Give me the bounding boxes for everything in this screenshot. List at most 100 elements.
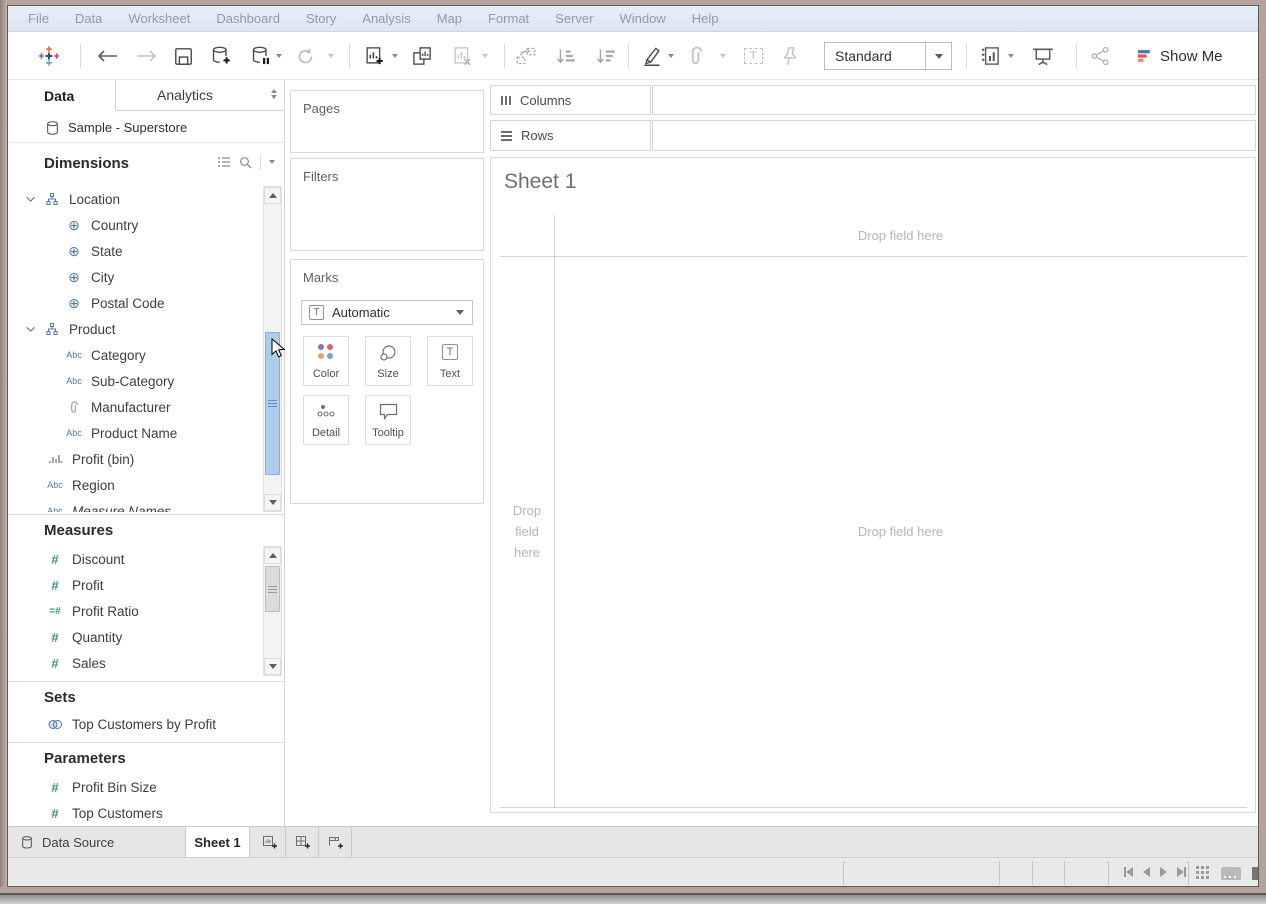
field-profit-bin[interactable]: Profit (bin): [8, 446, 263, 472]
scroll-up-button[interactable]: [264, 547, 281, 564]
menu-item-data[interactable]: Data: [75, 11, 102, 26]
sort-descending-button[interactable]: [596, 41, 616, 71]
pause-auto-updates-button[interactable]: [251, 41, 271, 71]
columns-drop-zone[interactable]: Drop field here: [554, 215, 1247, 256]
field-manufacturer[interactable]: Manufacturer: [8, 394, 263, 420]
scroll-up-button[interactable]: [264, 187, 281, 204]
rows-drop-zone[interactable]: Drop field here: [500, 256, 554, 807]
run-auto-updates-button[interactable]: [296, 41, 315, 71]
text-label-button[interactable]: T: [744, 41, 763, 71]
view-list-icon[interactable]: [217, 156, 231, 168]
field-profit-bin-size[interactable]: # Profit Bin Size: [8, 774, 285, 800]
field-location[interactable]: Location: [8, 186, 263, 212]
menu-item-help[interactable]: Help: [692, 11, 719, 26]
find-field-icon[interactable]: [239, 156, 252, 169]
menu-item-window[interactable]: Window: [619, 11, 665, 26]
tooltip-button[interactable]: Tooltip: [365, 395, 411, 445]
save-button[interactable]: [174, 41, 193, 71]
tab-analytics[interactable]: Analytics: [115, 80, 285, 111]
new-story-button[interactable]: [320, 827, 352, 858]
text-button[interactable]: T Text: [427, 336, 473, 386]
field-sub-category[interactable]: Abc Sub-Category: [8, 368, 263, 394]
collapse-chevron-icon[interactable]: [26, 193, 34, 201]
run-updates-dropdown[interactable]: [328, 41, 334, 71]
rows-shelf[interactable]: [652, 120, 1256, 151]
field-product-name[interactable]: Abc Product Name: [8, 420, 263, 446]
highlight-button[interactable]: [642, 41, 662, 71]
size-button[interactable]: Size: [365, 336, 411, 386]
data-source-tab[interactable]: Data Source: [8, 827, 186, 858]
undo-button[interactable]: [96, 41, 118, 71]
field-country[interactable]: ⊕ Country: [8, 212, 263, 238]
go-to-last-sheet-button[interactable]: [1177, 864, 1186, 882]
field-region[interactable]: Abc Region: [8, 472, 263, 498]
next-sheet-button[interactable]: [1160, 864, 1167, 882]
clear-sheet-button[interactable]: [452, 41, 472, 71]
filmstrip-view-button[interactable]: [1221, 867, 1241, 880]
field-postal-code[interactable]: ⊕ Postal Code: [8, 290, 263, 316]
menu-item-analysis[interactable]: Analysis: [362, 11, 410, 26]
scroll-down-button[interactable]: [264, 658, 281, 675]
sort-ascending-button[interactable]: [556, 41, 576, 71]
measures-scrollbar[interactable]: [263, 546, 282, 676]
menu-item-format[interactable]: Format: [488, 11, 529, 26]
mark-type-caret[interactable]: [448, 301, 472, 324]
new-dashboard-button[interactable]: [287, 827, 319, 858]
mark-type-dropdown[interactable]: T Automatic: [301, 300, 473, 325]
field-discount[interactable]: # Discount: [8, 546, 263, 572]
field-sales[interactable]: # Sales: [8, 650, 263, 676]
field-quantity[interactable]: # Quantity: [8, 624, 263, 650]
scrollbar-thumb[interactable]: [265, 566, 280, 612]
menu-item-worksheet[interactable]: Worksheet: [128, 11, 190, 26]
fit-selector[interactable]: Standard: [824, 42, 952, 70]
swap-rows-columns-button[interactable]: [516, 41, 536, 71]
menu-item-server[interactable]: Server: [555, 11, 593, 26]
new-worksheet-button[interactable]: [364, 41, 384, 71]
new-worksheet-dropdown[interactable]: [392, 41, 398, 71]
field-category[interactable]: Abc Category: [8, 342, 263, 368]
fix-axes-button[interactable]: [782, 41, 798, 71]
menu-item-file[interactable]: File: [28, 11, 49, 26]
field-top-customers-by-profit[interactable]: Top Customers by Profit: [8, 711, 285, 737]
pages-card[interactable]: Pages: [290, 90, 484, 153]
field-top-customers[interactable]: # Top Customers: [8, 800, 285, 826]
menu-item-story[interactable]: Story: [306, 11, 336, 26]
sheet-sorter-button[interactable]: [1196, 866, 1210, 880]
duplicate-sheet-button[interactable]: [412, 41, 432, 71]
tab-data[interactable]: Data: [8, 80, 115, 111]
sheet-canvas[interactable]: Sheet 1 Drop field here Drop field here …: [490, 157, 1256, 813]
field-profit-ratio[interactable]: =# Profit Ratio: [8, 598, 263, 624]
fit-selector-dropdown[interactable]: [925, 43, 951, 69]
clear-sheet-dropdown[interactable]: [482, 41, 488, 71]
menu-item-dashboard[interactable]: Dashboard: [216, 11, 280, 26]
columns-shelf[interactable]: [652, 85, 1256, 115]
field-measure-names[interactable]: Abc Measure Names: [8, 498, 263, 512]
show-me-button[interactable]: Show Me: [1138, 41, 1223, 71]
previous-sheet-button[interactable]: [1143, 864, 1150, 882]
sheet1-tab[interactable]: Sheet 1: [186, 827, 250, 858]
pause-updates-dropdown[interactable]: [276, 41, 282, 71]
filters-card[interactable]: Filters: [290, 158, 484, 251]
field-city[interactable]: ⊕ City: [8, 264, 263, 290]
collapse-chevron-icon[interactable]: [26, 323, 34, 331]
go-to-first-sheet-button[interactable]: [1124, 864, 1133, 882]
field-profit[interactable]: # Profit: [8, 572, 263, 598]
group-members-button[interactable]: [688, 41, 706, 71]
new-data-source-button[interactable]: [211, 41, 231, 71]
field-product[interactable]: Product: [8, 316, 263, 342]
show-mark-labels-button[interactable]: [980, 41, 1000, 71]
menu-item-map[interactable]: Map: [437, 11, 462, 26]
redo-button[interactable]: [136, 41, 158, 71]
field-state[interactable]: ⊕ State: [8, 238, 263, 264]
presentation-mode-button[interactable]: [1032, 41, 1054, 71]
single-sheet-view-button[interactable]: [1252, 867, 1259, 880]
scroll-down-button[interactable]: [264, 494, 281, 511]
view-drop-zone[interactable]: Drop field here: [554, 256, 1247, 807]
new-worksheet-tab-button[interactable]: [254, 827, 286, 858]
share-button[interactable]: [1090, 41, 1110, 71]
detail-button[interactable]: Detail: [303, 395, 349, 445]
color-button[interactable]: Color: [303, 336, 349, 386]
group-members-dropdown[interactable]: [720, 41, 726, 71]
datasource-item[interactable]: Sample - Superstore: [8, 113, 285, 143]
highlight-dropdown[interactable]: [668, 41, 674, 71]
